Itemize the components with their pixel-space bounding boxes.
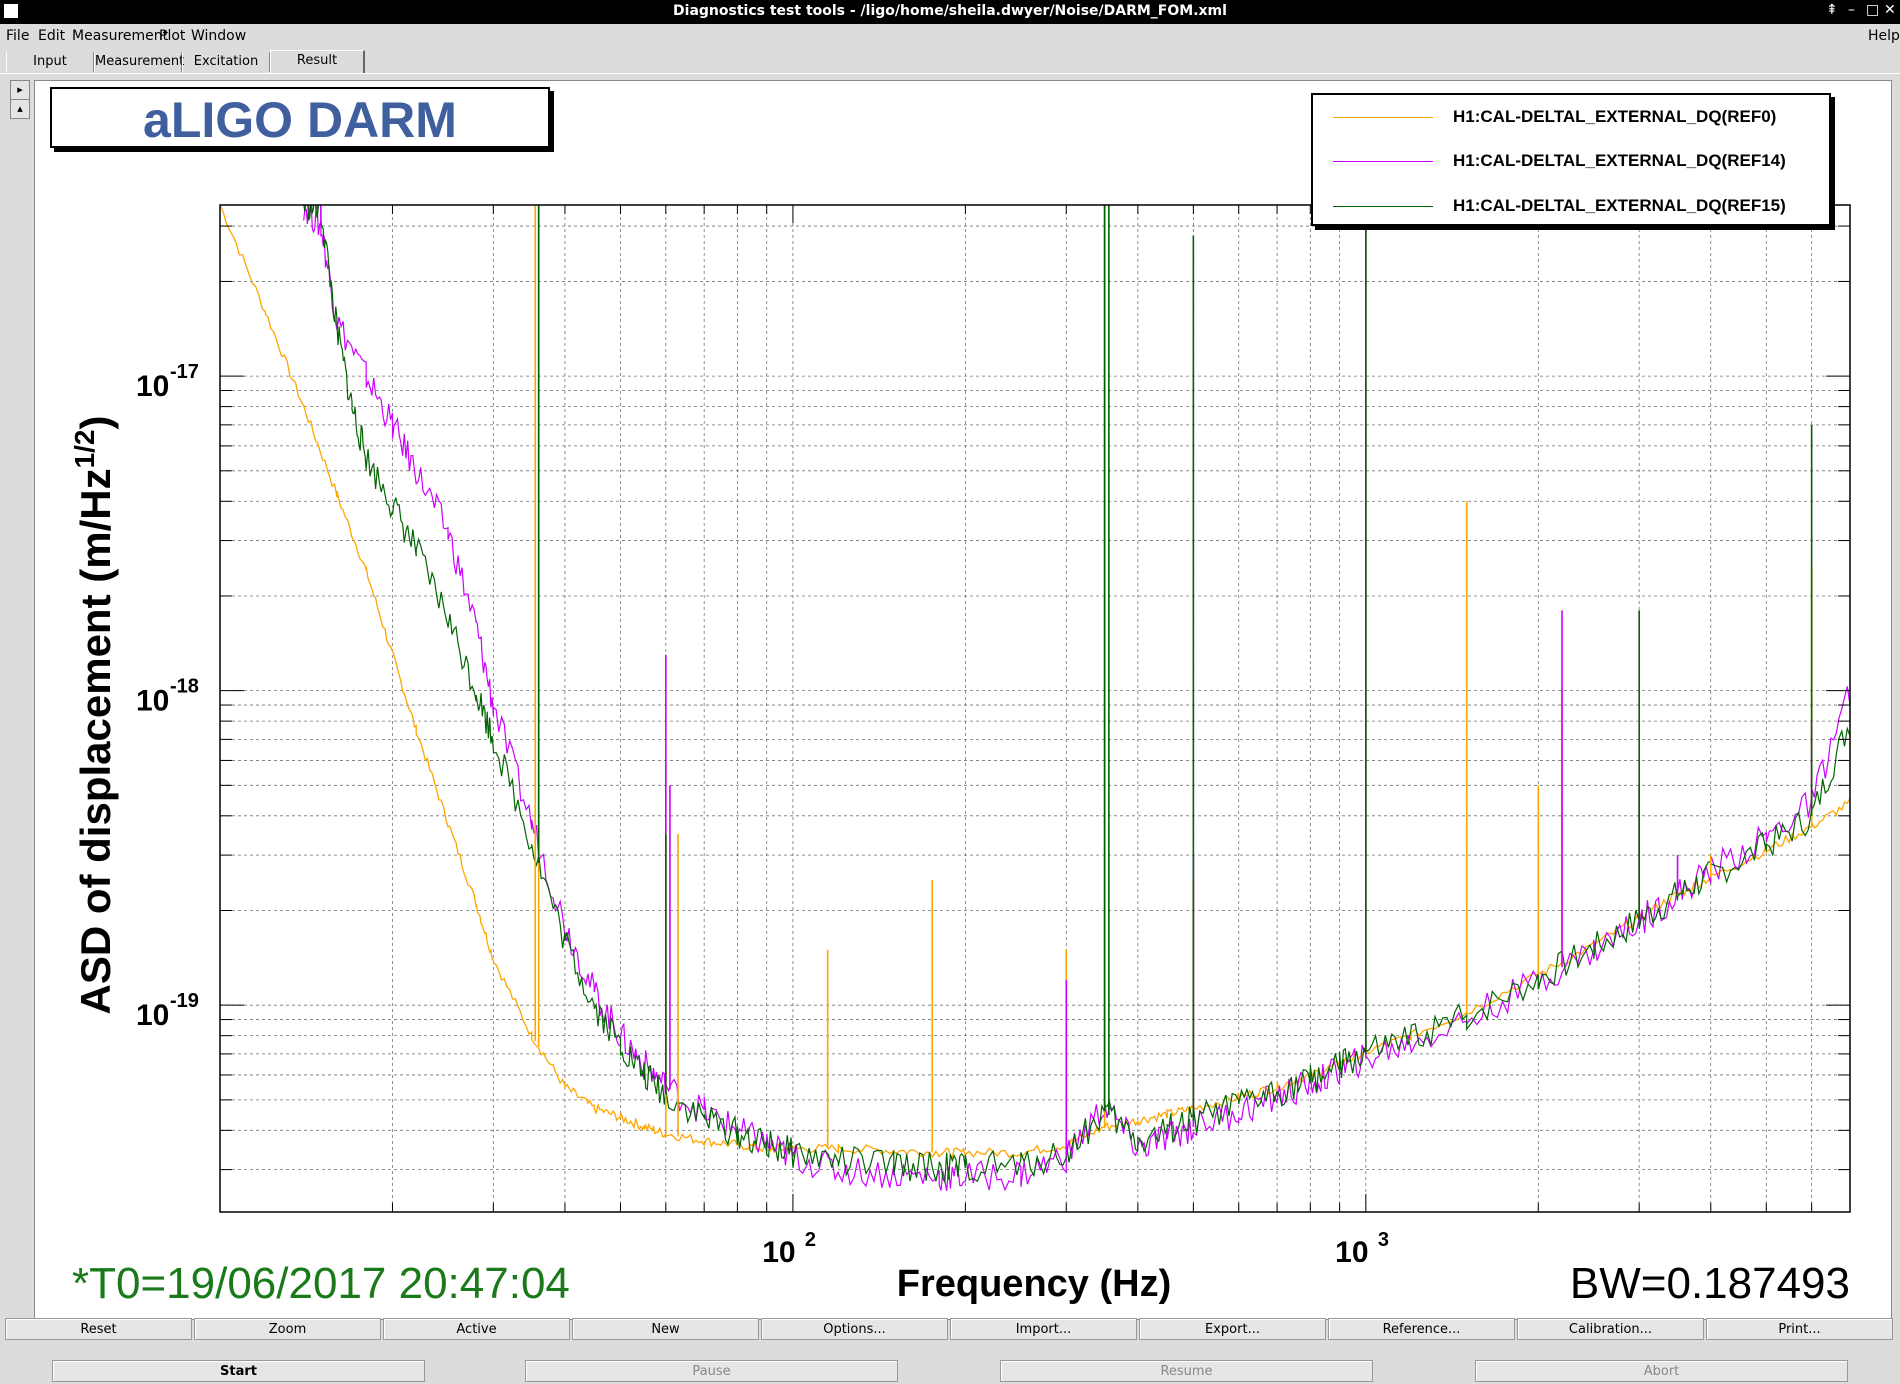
x-tick-exponent: 2 <box>805 1229 816 1251</box>
import-button[interactable]: Import... <box>950 1318 1137 1340</box>
pause-button: Pause <box>525 1360 898 1382</box>
legend-label-ref14: H1:CAL-DELTAL_EXTERNAL_DQ(REF14) <box>1453 151 1786 170</box>
x-tick-label: 10 <box>762 1236 795 1269</box>
x-tick-label: 10 <box>1335 1236 1368 1269</box>
chart-legend[interactable]: H1:CAL-DELTAL_EXTERNAL_DQ(REF0) H1:CAL-D… <box>1311 93 1831 226</box>
plot-title-box: aLIGO DARM <box>50 87 550 148</box>
x-axis-label: Frequency (Hz) <box>897 1263 1171 1305</box>
reset-button[interactable]: Reset <box>5 1318 192 1340</box>
y-tick-label: 10 <box>136 685 169 718</box>
start-button[interactable]: Start <box>52 1360 425 1382</box>
legend-swatch-ref14 <box>1333 161 1433 162</box>
tick-marks <box>220 205 1850 1212</box>
y-axis-label-main: ASD of displacement (m/Hz <box>72 468 119 1014</box>
active-button[interactable]: Active <box>383 1318 570 1340</box>
y-axis-label: ASD of displacement (m/Hz1/2) <box>69 415 119 1014</box>
y-tick-label: 10 <box>136 999 169 1032</box>
y-tick-label: 10 <box>136 370 169 403</box>
t0-timestamp: *T0=19/06/2017 20:47:04 <box>72 1259 570 1308</box>
new-button[interactable]: New <box>572 1318 759 1340</box>
y-axis-label-tail: ) <box>72 415 119 429</box>
print-button[interactable]: Print... <box>1706 1318 1893 1340</box>
legend-label-ref15: H1:CAL-DELTAL_EXTERNAL_DQ(REF15) <box>1453 196 1786 215</box>
y-tick-exponent: -19 <box>170 990 199 1012</box>
series-line-0 <box>220 205 1850 1159</box>
y-tick-exponent: -17 <box>170 361 199 383</box>
legend-label-ref0: H1:CAL-DELTAL_EXTERNAL_DQ(REF0) <box>1453 107 1777 126</box>
export-button[interactable]: Export... <box>1139 1318 1326 1340</box>
zoom-button[interactable]: Zoom <box>194 1318 381 1340</box>
resume-button: Resume <box>1000 1360 1373 1382</box>
y-axis-label-sup: 1/2 <box>69 429 100 468</box>
legend-swatch-ref15 <box>1333 206 1433 207</box>
calibration-button[interactable]: Calibration... <box>1517 1318 1704 1340</box>
reference-button[interactable]: Reference... <box>1328 1318 1515 1340</box>
legend-swatch-ref0 <box>1333 117 1433 118</box>
y-tick-exponent: -18 <box>170 676 199 698</box>
plot-frame <box>219 204 1851 1213</box>
plot-title: aLIGO DARM <box>143 92 457 148</box>
series-group <box>220 205 1850 1192</box>
options-button[interactable]: Options... <box>761 1318 948 1340</box>
bandwidth-label: BW=0.187493 <box>1570 1259 1850 1308</box>
x-tick-exponent: 3 <box>1378 1229 1389 1251</box>
abort-button: Abort <box>1475 1360 1848 1382</box>
chart-grid <box>220 205 1850 1212</box>
